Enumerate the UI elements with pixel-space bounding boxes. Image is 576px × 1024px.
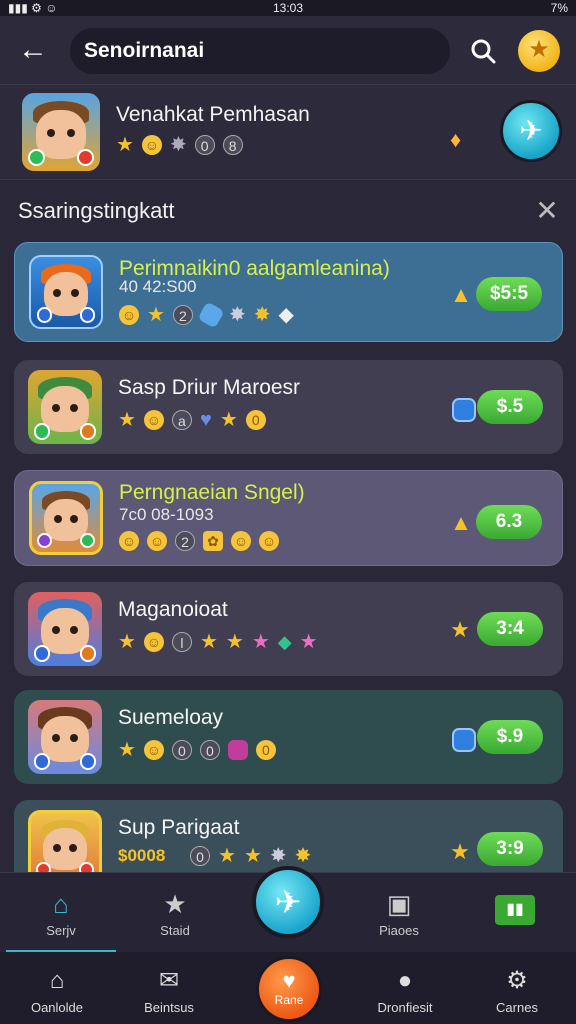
item-badges: ☺ ★ 2 ✸ ✸ ◆ xyxy=(119,301,302,329)
star-icon: ★ xyxy=(163,889,187,919)
item-sub: $0008 xyxy=(118,846,166,865)
nav-label: Carnes xyxy=(496,1000,538,1015)
avatar xyxy=(28,370,102,444)
nav-label: Serjv xyxy=(46,923,76,938)
item-name: Suemeloay xyxy=(118,706,224,729)
crown-icon: ▲ xyxy=(450,282,472,307)
heart-icon: ♥ xyxy=(282,968,296,993)
nav2-item-settings[interactable]: ⚙ Carnes xyxy=(462,952,572,1024)
star-icon: ★ xyxy=(450,617,470,642)
item-badges: ★ ☺ l ★ ★ ★ ◆ ★ xyxy=(118,631,318,653)
avatar xyxy=(29,255,103,329)
game-button[interactable]: ♥ Rane xyxy=(256,956,322,1022)
gem-icon xyxy=(452,728,476,752)
nav-label: Oanlolde xyxy=(30,1000,84,1015)
item-sub: 40 42:S00 xyxy=(119,277,197,296)
price-button[interactable]: 6.3 xyxy=(476,505,542,539)
item-badges: ☺ ☺ 2 ✿ ☺ ☺ xyxy=(119,531,287,551)
sparkle-action-button[interactable]: ✈ xyxy=(500,100,562,162)
list-item[interactable]: Suemeloay ★ ☺ 0 0 0 $.9 xyxy=(14,690,563,784)
price-button[interactable]: $.9 xyxy=(477,720,543,754)
crown-icon: ▲ xyxy=(450,510,472,535)
item-name: Perngnaeian Sngel) xyxy=(119,481,305,504)
section-title: Ssaringstingkatt xyxy=(18,198,175,223)
list-item[interactable]: Sup Parigaat $0008 0 ★ ★ ✸ ✸ ★ 3:9 xyxy=(14,800,563,872)
featured-card[interactable]: Venahkat Pemhasan ★ ☺ ✸ 0 8 ♦ xyxy=(0,85,576,180)
price-button[interactable]: $.5 xyxy=(477,390,543,424)
nav-label: Rane xyxy=(274,993,304,1007)
list-item[interactable]: Perimnaikin0 aalgamleanina) 40 42:S00 ☺ ★… xyxy=(14,242,563,342)
nav2-item-home[interactable]: ⌂ Oanlolde xyxy=(2,952,112,1024)
close-icon[interactable]: ✕ xyxy=(534,197,560,225)
status-time: 13:03 xyxy=(272,1,304,15)
main-action-button[interactable]: ✈ xyxy=(252,866,324,938)
gear-icon: ⚙ xyxy=(506,967,528,994)
list-item[interactable]: Perngnaeian Sngel) 7c0 08-1093 ☺ ☺ 2 ✿ ☺ ☺ ▲ … xyxy=(14,470,563,566)
avatar xyxy=(29,481,103,555)
nav-label: Beintsus xyxy=(144,1000,194,1015)
nav-label: Staid xyxy=(160,923,190,938)
avatar xyxy=(28,592,102,666)
status-bar: ▮▮▮ ⚙ ☺ 13:03 7% xyxy=(0,0,576,16)
item-sub: 7c0 08-1093 xyxy=(119,505,214,524)
back-arrow-icon[interactable]: ← xyxy=(16,34,50,68)
price-button[interactable]: 3:9 xyxy=(477,832,543,866)
top-bar: ← Senoirnanai ★ xyxy=(0,16,576,85)
item-name: Maganoioat xyxy=(118,598,228,621)
avatar xyxy=(28,810,102,872)
featured-badges: ★ ☺ ✸ 0 8 xyxy=(116,135,251,155)
fire-icon: ♦ xyxy=(450,127,462,152)
star-icon: ★ xyxy=(450,839,470,864)
bag-icon: ▣ xyxy=(386,889,412,919)
item-badges: ★ ☺ 0 0 0 xyxy=(118,740,284,760)
item-badges: 0 ★ ★ ✸ ✸ xyxy=(190,846,319,866)
list-item[interactable]: Sasp Driur Maroesr ★ ☺ a ♥ ★ 0 $.5 xyxy=(14,360,563,454)
search-icon[interactable] xyxy=(470,38,496,64)
item-name: Sup Parigaat xyxy=(118,816,240,839)
circle-icon: ● xyxy=(397,967,413,994)
gem-icon xyxy=(452,398,476,422)
nav2-item-messages[interactable]: ✉ Beintsus xyxy=(114,952,224,1024)
home-icon: ⌂ xyxy=(49,967,65,994)
nav-item-stats[interactable]: ★ Staid xyxy=(120,873,230,953)
item-name: Sasp Driur Maroesr xyxy=(118,376,301,399)
nav-item-shop[interactable]: ▮▮ xyxy=(460,873,570,953)
star-coin-icon[interactable]: ★ xyxy=(518,30,560,72)
featured-avatar xyxy=(22,93,100,171)
nav2-item-profile[interactable]: ● Dronfiesit xyxy=(350,952,460,1024)
search-input[interactable]: Senoirnanai xyxy=(70,28,450,74)
nav-item-places[interactable]: ▣ Piaoes xyxy=(344,873,454,953)
nav-item-home[interactable]: ⌂ Serjv xyxy=(6,873,116,953)
list-item[interactable]: Maganoioat ★ ☺ l ★ ★ ★ ◆ ★ ★ 3:4 xyxy=(14,582,563,676)
item-badges: ★ ☺ a ♥ ★ 0 xyxy=(118,410,274,430)
price-button[interactable]: $5:5 xyxy=(476,277,542,311)
shop-icon: ▮▮ xyxy=(495,895,535,925)
avatar xyxy=(28,700,102,774)
featured-title: Venahkat Pemhasan xyxy=(116,103,310,126)
mail-icon: ✉ xyxy=(158,967,180,994)
nav-label: Piaoes xyxy=(379,923,419,938)
nav-label: Dronfiesit xyxy=(377,1000,433,1015)
home-icon: ⌂ xyxy=(53,889,69,919)
price-button[interactable]: 3:4 xyxy=(477,612,543,646)
